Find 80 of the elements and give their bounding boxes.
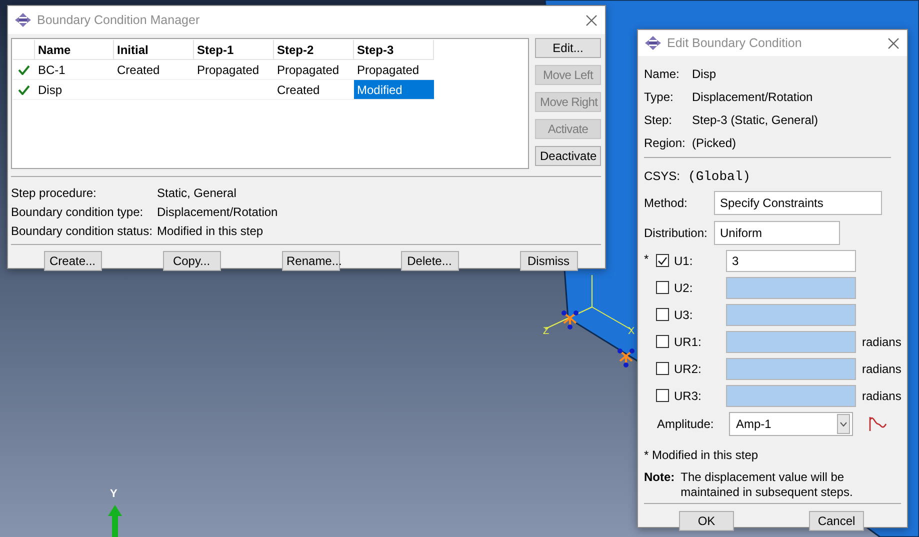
app-icon bbox=[645, 36, 661, 50]
component-label: UR2: bbox=[674, 362, 702, 376]
component-label: U1: bbox=[674, 254, 694, 268]
axis-label: Y bbox=[110, 488, 118, 500]
csys-value: (Global) bbox=[688, 168, 750, 184]
close-icon[interactable] bbox=[888, 38, 899, 48]
table-cell[interactable]: Modified bbox=[354, 80, 434, 100]
csys-label: CSYS: bbox=[644, 169, 680, 183]
method-label: Method: bbox=[644, 196, 688, 210]
value-field[interactable] bbox=[726, 276, 856, 298]
window-title: Boundary Condition Manager bbox=[37, 13, 201, 27]
value-field[interactable] bbox=[726, 358, 856, 380]
close-icon[interactable] bbox=[586, 14, 597, 26]
checkbox[interactable] bbox=[656, 389, 669, 402]
info-value: Static, General bbox=[157, 186, 238, 200]
checkbox[interactable] bbox=[656, 362, 669, 375]
value-field[interactable] bbox=[726, 304, 856, 326]
component-label: U2: bbox=[674, 280, 694, 294]
column-header: Step-1 bbox=[194, 40, 274, 60]
info-value: Modified in this step bbox=[157, 224, 264, 238]
component-label: UR1: bbox=[674, 334, 702, 348]
info-label: Boundary condition type: bbox=[11, 204, 144, 218]
header-corner bbox=[13, 40, 35, 60]
checkbox[interactable] bbox=[656, 335, 669, 348]
wave-icon[interactable] bbox=[869, 416, 887, 432]
field-label: Type: bbox=[644, 90, 674, 104]
component-label: U3: bbox=[674, 308, 694, 322]
note-text: The displacement value will be maintained in subsequent steps. bbox=[680, 470, 854, 500]
triad-arrow-icon bbox=[108, 505, 122, 537]
dialog-button[interactable]: OK bbox=[679, 511, 734, 531]
constraint-symbol bbox=[618, 348, 634, 368]
column-header: Initial bbox=[114, 40, 194, 60]
distribution-label: Distribution: bbox=[644, 226, 708, 240]
footnote-text: * Modified in this step bbox=[644, 448, 760, 462]
amplitude-label: Amplitude: bbox=[656, 417, 715, 431]
table-cell[interactable]: Disp bbox=[35, 80, 114, 100]
table-cell[interactable]: BC-1 bbox=[35, 60, 114, 80]
dialog-button[interactable]: Copy... bbox=[162, 251, 220, 271]
dialog-button[interactable]: Cancel bbox=[809, 511, 864, 531]
field-label: Region: bbox=[644, 136, 686, 150]
side-button[interactable]: Edit... bbox=[535, 38, 601, 58]
dialog-button[interactable]: Create... bbox=[44, 251, 102, 271]
table-cell[interactable]: Propagated bbox=[194, 60, 274, 80]
modified-marker: * bbox=[644, 251, 650, 266]
value-field[interactable]: 3 bbox=[726, 250, 856, 272]
amplitude-dropdown[interactable]: Amp-1 bbox=[729, 412, 853, 436]
checkbox[interactable] bbox=[656, 281, 669, 294]
table-cell[interactable]: Created bbox=[114, 60, 194, 80]
column-header: Name bbox=[35, 40, 114, 60]
caret-icon bbox=[840, 422, 847, 426]
info-label: Step procedure: bbox=[11, 186, 98, 200]
field-value: (Picked) bbox=[692, 136, 738, 150]
unit-label: radians bbox=[862, 334, 902, 348]
value-field[interactable] bbox=[726, 330, 856, 352]
field-value: Disp bbox=[692, 66, 718, 80]
window-title: Edit Boundary Condition bbox=[667, 36, 803, 50]
method-field[interactable]: Specify Constraints bbox=[714, 191, 882, 215]
dialog-button[interactable]: Delete... bbox=[400, 251, 458, 271]
field-label: Name: bbox=[644, 66, 680, 80]
unit-label: radians bbox=[862, 388, 902, 402]
unit-label: radians bbox=[862, 362, 902, 376]
checkbox[interactable] bbox=[656, 308, 669, 321]
app-icon bbox=[15, 13, 31, 27]
field-label: Step: bbox=[644, 112, 674, 126]
constraint-symbol bbox=[562, 310, 578, 330]
info-value: Displacement/Rotation bbox=[157, 204, 279, 218]
component-label: UR3: bbox=[674, 388, 702, 402]
note-label: Note: bbox=[644, 470, 675, 486]
dialog-button[interactable]: Rename... bbox=[282, 251, 340, 271]
info-label: Boundary condition status: bbox=[11, 224, 154, 238]
distribution-field[interactable]: Uniform bbox=[714, 220, 840, 244]
field-value: Displacement/Rotation bbox=[692, 90, 814, 104]
dialog-button[interactable]: Dismiss bbox=[520, 251, 578, 271]
field-value: Step-3 (Static, General) bbox=[692, 112, 820, 126]
value-field[interactable] bbox=[726, 384, 856, 406]
column-header: Step-3 bbox=[354, 40, 434, 60]
checkbox[interactable] bbox=[656, 254, 669, 267]
side-button[interactable]: Deactivate bbox=[535, 146, 601, 166]
table-cell[interactable]: Propagated bbox=[274, 60, 354, 80]
column-header: Step-2 bbox=[274, 40, 354, 60]
